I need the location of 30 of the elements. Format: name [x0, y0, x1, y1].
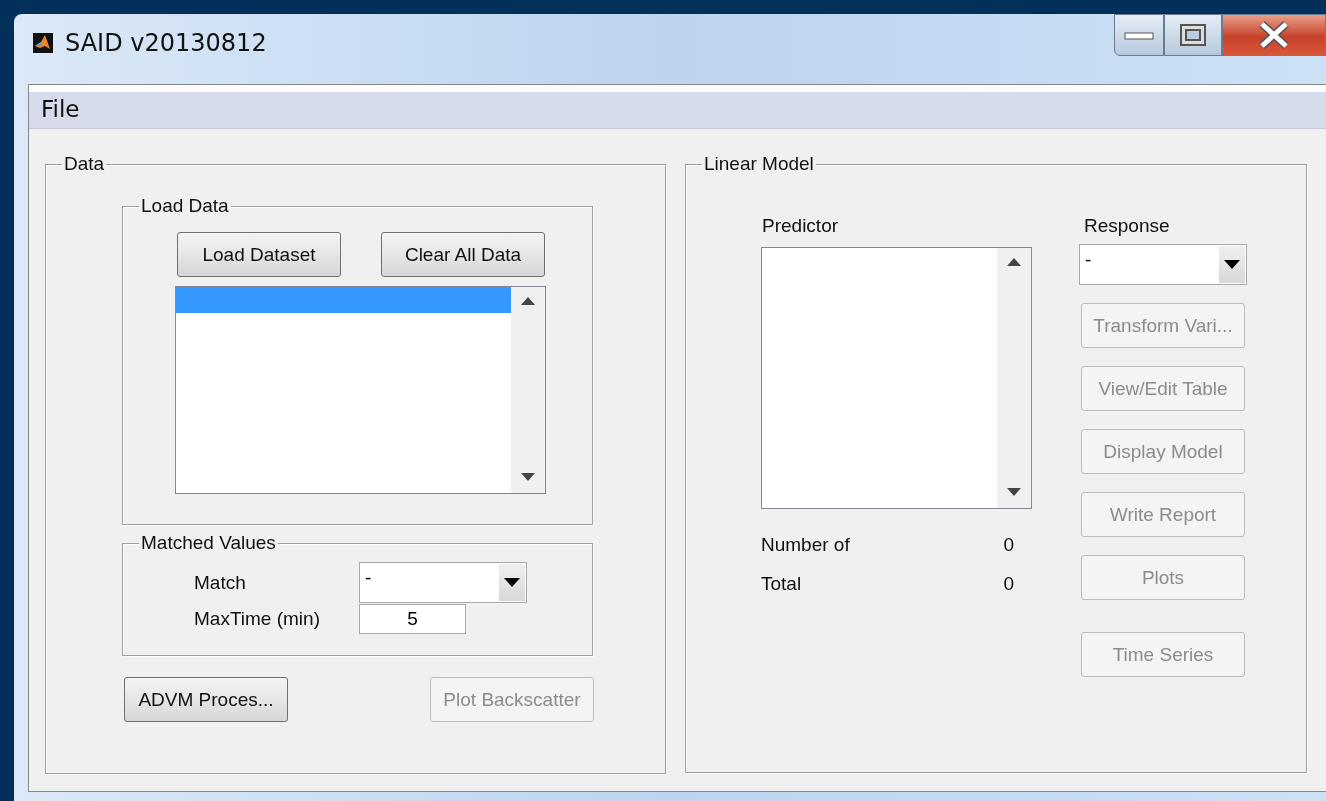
stat-label: Number of: [761, 534, 850, 557]
menu-item[interactable]: File: [41, 95, 80, 122]
stat-value: 0: [1003, 573, 1014, 596]
action-button[interactable]: Load Dataset: [177, 232, 341, 277]
input-field[interactable]: 5: [359, 604, 466, 634]
close-button[interactable]: [1222, 14, 1326, 56]
field-label: Predictor: [762, 215, 840, 237]
caret-icon: [1224, 260, 1240, 269]
scroll-down-icon[interactable]: [1007, 488, 1021, 496]
field-label: Response: [1084, 215, 1171, 237]
stat-label: Total: [761, 573, 802, 596]
scroll-down-icon[interactable]: [521, 473, 535, 481]
maximize-button[interactable]: [1164, 14, 1222, 56]
action-button[interactable]: ADVM Proces...: [124, 677, 288, 722]
field-label: MaxTime (min): [194, 608, 321, 630]
minimize-icon: [1124, 30, 1154, 40]
field-label: Match: [194, 571, 247, 594]
scroll-up-icon[interactable]: [1007, 258, 1021, 266]
minimize-button[interactable]: [1114, 14, 1164, 56]
app-logo-icon: [33, 33, 53, 53]
stat-value: 0: [1003, 534, 1014, 557]
scrollbar[interactable]: [511, 287, 545, 493]
scroll-up-icon[interactable]: [521, 297, 535, 305]
action-button[interactable]: Clear All Data: [381, 232, 545, 277]
maximize-icon: [1179, 23, 1207, 47]
scrollbar[interactable]: [997, 248, 1031, 508]
match-dropdown[interactable]: -: [359, 562, 527, 603]
caret-icon: [504, 578, 520, 587]
window-title: SAID v20130812: [65, 29, 267, 57]
response-dropdown[interactable]: -: [1079, 244, 1247, 285]
